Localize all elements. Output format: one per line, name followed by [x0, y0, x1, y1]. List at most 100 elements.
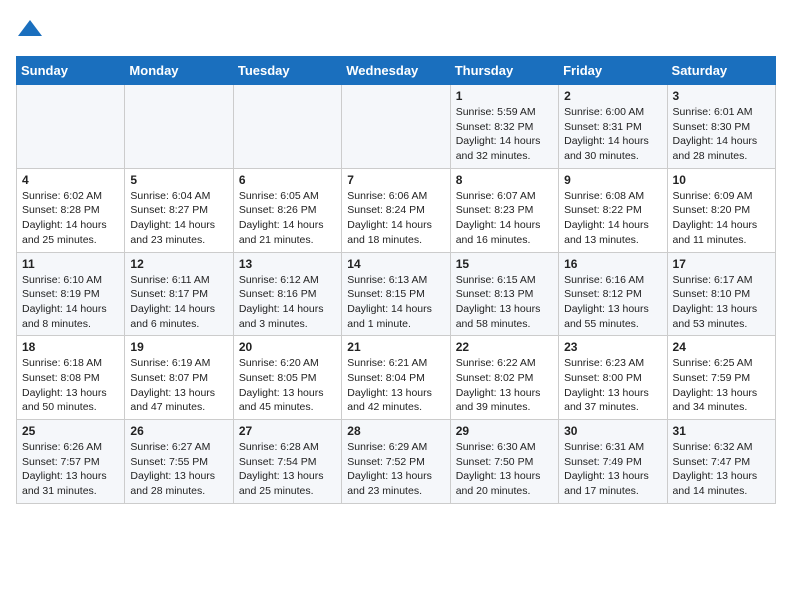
calendar-cell: 18 Sunrise: 6:18 AM Sunset: 8:08 PM Dayli…: [17, 336, 125, 420]
day-content: Sunrise: 6:22 AM Sunset: 8:02 PM Dayligh…: [456, 356, 553, 415]
day-number: 6: [239, 173, 336, 187]
day-content: Sunrise: 6:30 AM Sunset: 7:50 PM Dayligh…: [456, 440, 553, 499]
calendar-cell: 28 Sunrise: 6:29 AM Sunset: 7:52 PM Dayli…: [342, 420, 450, 504]
day-content: Sunrise: 6:13 AM Sunset: 8:15 PM Dayligh…: [347, 273, 444, 332]
day-number: 29: [456, 424, 553, 438]
day-content: Sunrise: 6:18 AM Sunset: 8:08 PM Dayligh…: [22, 356, 119, 415]
day-number: 11: [22, 257, 119, 271]
day-number: 4: [22, 173, 119, 187]
day-content: Sunrise: 6:27 AM Sunset: 7:55 PM Dayligh…: [130, 440, 227, 499]
day-content: Sunrise: 6:32 AM Sunset: 7:47 PM Dayligh…: [673, 440, 770, 499]
calendar-cell: [17, 85, 125, 169]
day-content: Sunrise: 6:07 AM Sunset: 8:23 PM Dayligh…: [456, 189, 553, 248]
day-content: Sunrise: 6:28 AM Sunset: 7:54 PM Dayligh…: [239, 440, 336, 499]
day-number: 1: [456, 89, 553, 103]
day-content: Sunrise: 6:23 AM Sunset: 8:00 PM Dayligh…: [564, 356, 661, 415]
header-day-tuesday: Tuesday: [233, 57, 341, 85]
day-number: 31: [673, 424, 770, 438]
day-content: Sunrise: 6:08 AM Sunset: 8:22 PM Dayligh…: [564, 189, 661, 248]
calendar-table: SundayMondayTuesdayWednesdayThursdayFrid…: [16, 56, 776, 504]
day-number: 8: [456, 173, 553, 187]
calendar-cell: 13 Sunrise: 6:12 AM Sunset: 8:16 PM Dayli…: [233, 252, 341, 336]
day-content: Sunrise: 6:09 AM Sunset: 8:20 PM Dayligh…: [673, 189, 770, 248]
calendar-cell: 31 Sunrise: 6:32 AM Sunset: 7:47 PM Dayli…: [667, 420, 775, 504]
header-day-friday: Friday: [559, 57, 667, 85]
day-number: 27: [239, 424, 336, 438]
day-content: Sunrise: 6:21 AM Sunset: 8:04 PM Dayligh…: [347, 356, 444, 415]
calendar-cell: 5 Sunrise: 6:04 AM Sunset: 8:27 PM Daylig…: [125, 168, 233, 252]
week-row-3: 18 Sunrise: 6:18 AM Sunset: 8:08 PM Dayli…: [17, 336, 776, 420]
calendar-cell: 30 Sunrise: 6:31 AM Sunset: 7:49 PM Dayli…: [559, 420, 667, 504]
calendar-cell: 10Sunrise: 6:09 AM Sunset: 8:20 PM Dayli…: [667, 168, 775, 252]
day-content: Sunrise: 6:29 AM Sunset: 7:52 PM Dayligh…: [347, 440, 444, 499]
calendar-cell: 3 Sunrise: 6:01 AM Sunset: 8:30 PM Daylig…: [667, 85, 775, 169]
day-content: Sunrise: 6:04 AM Sunset: 8:27 PM Dayligh…: [130, 189, 227, 248]
day-content: Sunrise: 6:17 AM Sunset: 8:10 PM Dayligh…: [673, 273, 770, 332]
day-number: 19: [130, 340, 227, 354]
calendar-cell: 9 Sunrise: 6:08 AM Sunset: 8:22 PM Daylig…: [559, 168, 667, 252]
day-number: 14: [347, 257, 444, 271]
header-day-sunday: Sunday: [17, 57, 125, 85]
day-number: 22: [456, 340, 553, 354]
calendar-cell: 11 Sunrise: 6:10 AM Sunset: 8:19 PM Dayli…: [17, 252, 125, 336]
logo: [16, 16, 48, 44]
day-number: 20: [239, 340, 336, 354]
day-number: 18: [22, 340, 119, 354]
calendar-cell: 20 Sunrise: 6:20 AM Sunset: 8:05 PM Dayli…: [233, 336, 341, 420]
calendar-cell: 26 Sunrise: 6:27 AM Sunset: 7:55 PM Dayli…: [125, 420, 233, 504]
calendar-cell: 19 Sunrise: 6:19 AM Sunset: 8:07 PM Dayli…: [125, 336, 233, 420]
day-content: Sunrise: 6:19 AM Sunset: 8:07 PM Dayligh…: [130, 356, 227, 415]
calendar-cell: 27 Sunrise: 6:28 AM Sunset: 7:54 PM Dayli…: [233, 420, 341, 504]
day-number: 21: [347, 340, 444, 354]
day-content: Sunrise: 6:20 AM Sunset: 8:05 PM Dayligh…: [239, 356, 336, 415]
day-number: 28: [347, 424, 444, 438]
day-content: Sunrise: 6:25 AM Sunset: 7:59 PM Dayligh…: [673, 356, 770, 415]
calendar-cell: 7 Sunrise: 6:06 AM Sunset: 8:24 PM Daylig…: [342, 168, 450, 252]
day-number: 17: [673, 257, 770, 271]
calendar-cell: 12Sunrise: 6:11 AM Sunset: 8:17 PM Dayli…: [125, 252, 233, 336]
day-number: 2: [564, 89, 661, 103]
calendar-cell: 4 Sunrise: 6:02 AM Sunset: 8:28 PM Daylig…: [17, 168, 125, 252]
page-header: [16, 16, 776, 44]
day-number: 12: [130, 257, 227, 271]
day-content: Sunrise: 6:12 AM Sunset: 8:16 PM Dayligh…: [239, 273, 336, 332]
calendar-cell: 29 Sunrise: 6:30 AM Sunset: 7:50 PM Dayli…: [450, 420, 558, 504]
header-day-saturday: Saturday: [667, 57, 775, 85]
calendar-cell: 25Sunrise: 6:26 AM Sunset: 7:57 PM Dayli…: [17, 420, 125, 504]
calendar-cell: 24Sunrise: 6:25 AM Sunset: 7:59 PM Dayli…: [667, 336, 775, 420]
day-number: 16: [564, 257, 661, 271]
day-number: 13: [239, 257, 336, 271]
logo-icon: [16, 16, 44, 44]
calendar-cell: 8 Sunrise: 6:07 AM Sunset: 8:23 PM Daylig…: [450, 168, 558, 252]
day-number: 9: [564, 173, 661, 187]
day-content: Sunrise: 6:01 AM Sunset: 8:30 PM Dayligh…: [673, 105, 770, 164]
day-number: 7: [347, 173, 444, 187]
calendar-cell: 17 Sunrise: 6:17 AM Sunset: 8:10 PM Dayli…: [667, 252, 775, 336]
day-number: 30: [564, 424, 661, 438]
calendar-cell: 16 Sunrise: 6:16 AM Sunset: 8:12 PM Dayli…: [559, 252, 667, 336]
header-day-monday: Monday: [125, 57, 233, 85]
calendar-cell: 6Sunrise: 6:05 AM Sunset: 8:26 PM Daylig…: [233, 168, 341, 252]
day-number: 5: [130, 173, 227, 187]
day-number: 23: [564, 340, 661, 354]
day-content: Sunrise: 6:31 AM Sunset: 7:49 PM Dayligh…: [564, 440, 661, 499]
day-number: 15: [456, 257, 553, 271]
day-content: Sunrise: 6:06 AM Sunset: 8:24 PM Dayligh…: [347, 189, 444, 248]
day-content: Sunrise: 6:15 AM Sunset: 8:13 PM Dayligh…: [456, 273, 553, 332]
day-content: Sunrise: 6:02 AM Sunset: 8:28 PM Dayligh…: [22, 189, 119, 248]
day-content: Sunrise: 5:59 AM Sunset: 8:32 PM Dayligh…: [456, 105, 553, 164]
calendar-cell: 14 Sunrise: 6:13 AM Sunset: 8:15 PM Dayli…: [342, 252, 450, 336]
day-content: Sunrise: 6:10 AM Sunset: 8:19 PM Dayligh…: [22, 273, 119, 332]
calendar-cell: [125, 85, 233, 169]
day-content: Sunrise: 6:16 AM Sunset: 8:12 PM Dayligh…: [564, 273, 661, 332]
day-number: 3: [673, 89, 770, 103]
week-row-1: 4 Sunrise: 6:02 AM Sunset: 8:28 PM Daylig…: [17, 168, 776, 252]
day-number: 26: [130, 424, 227, 438]
week-row-0: 1 Sunrise: 5:59 AM Sunset: 8:32 PM Daylig…: [17, 85, 776, 169]
calendar-cell: [233, 85, 341, 169]
calendar-cell: [342, 85, 450, 169]
calendar-cell: 22 Sunrise: 6:22 AM Sunset: 8:02 PM Dayli…: [450, 336, 558, 420]
header-row: SundayMondayTuesdayWednesdayThursdayFrid…: [17, 57, 776, 85]
calendar-cell: 23 Sunrise: 6:23 AM Sunset: 8:00 PM Dayli…: [559, 336, 667, 420]
calendar-body: 1 Sunrise: 5:59 AM Sunset: 8:32 PM Daylig…: [17, 85, 776, 504]
